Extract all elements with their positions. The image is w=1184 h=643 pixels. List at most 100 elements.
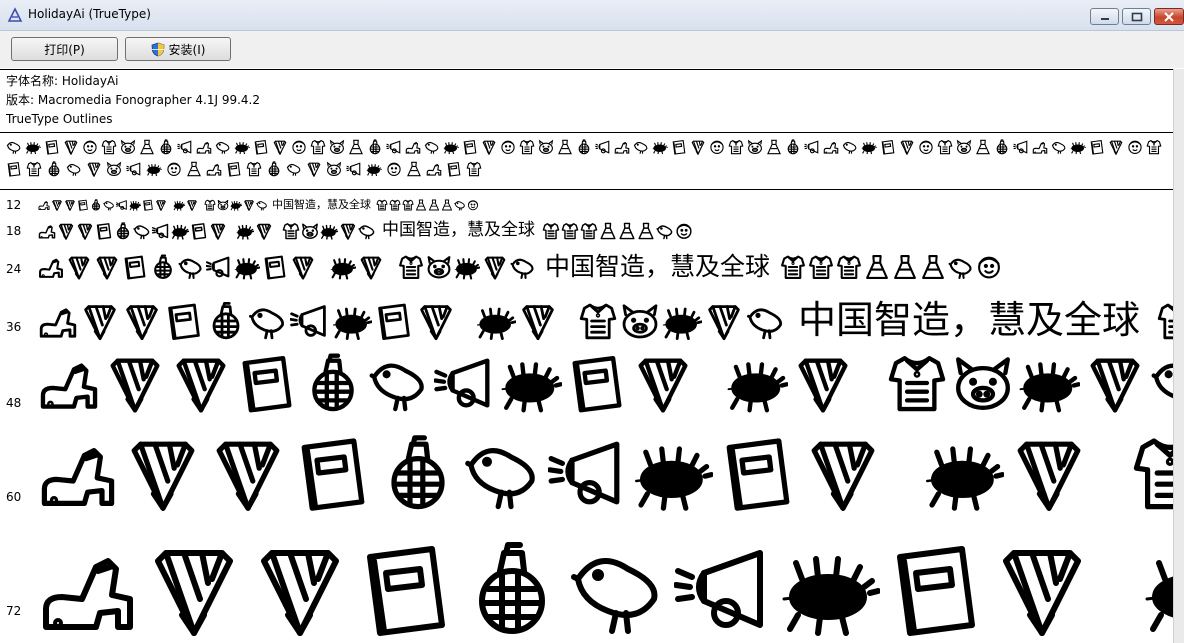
dress-icon bbox=[866, 255, 888, 279]
book-icon bbox=[378, 303, 410, 340]
beetle-icon bbox=[663, 307, 702, 340]
bird-icon bbox=[465, 448, 535, 510]
pencil-icon bbox=[708, 305, 740, 340]
shirt-icon bbox=[580, 223, 598, 240]
pencil-icon bbox=[131, 441, 195, 511]
dress-icon bbox=[600, 222, 616, 240]
print-button[interactable]: 打印(P) bbox=[11, 37, 118, 61]
megaphone-icon bbox=[116, 200, 127, 210]
sample-row: 12 中国智造，慧及全球 bbox=[0, 192, 1173, 212]
pencil-icon bbox=[798, 358, 848, 413]
grenade-icon bbox=[212, 302, 240, 340]
book-icon bbox=[168, 303, 200, 340]
sample-row: 60 中国智造，慧及全球 bbox=[0, 416, 1173, 516]
pencil-icon bbox=[1017, 441, 1081, 511]
beetle-icon bbox=[320, 224, 338, 240]
sample-row: 36 中国智造，慧及全球 bbox=[0, 282, 1173, 344]
sample-size-label: 24 bbox=[6, 262, 22, 276]
bird-icon bbox=[103, 201, 114, 211]
bird-icon bbox=[256, 201, 267, 211]
pencil-icon bbox=[340, 223, 356, 240]
toolbar: 打印(P) 安装(I) bbox=[0, 31, 1184, 68]
book-icon bbox=[897, 546, 975, 636]
pig-icon bbox=[427, 256, 451, 279]
bird-icon bbox=[948, 258, 972, 279]
pencil-icon bbox=[77, 223, 93, 240]
shirt-icon bbox=[542, 223, 560, 240]
shoe-icon bbox=[43, 558, 133, 630]
beetle-icon bbox=[171, 224, 189, 240]
sample-text: 中国智造，慧及全球 bbox=[272, 198, 371, 211]
pencil-icon bbox=[638, 358, 688, 413]
bird-icon bbox=[369, 363, 424, 412]
dress-icon bbox=[922, 255, 944, 279]
book-icon bbox=[367, 546, 445, 636]
face-icon bbox=[676, 223, 692, 239]
bird-icon bbox=[510, 258, 534, 279]
pencil-icon bbox=[96, 256, 118, 280]
shirt-icon bbox=[402, 199, 414, 211]
pencil-icon bbox=[176, 358, 226, 413]
toolbar-divider bbox=[0, 69, 1173, 70]
book-icon bbox=[242, 356, 292, 413]
pig-icon bbox=[302, 223, 318, 239]
sample-glyphs: 中国智造，慧及全球 bbox=[38, 192, 1173, 212]
book-icon bbox=[124, 255, 146, 280]
pencil-icon bbox=[110, 358, 160, 413]
megaphone-icon bbox=[290, 305, 326, 337]
beetle-icon bbox=[635, 446, 713, 511]
book-icon bbox=[96, 223, 112, 240]
sample-size-label: 36 bbox=[6, 320, 22, 334]
maximize-button[interactable] bbox=[1122, 8, 1151, 25]
bird-icon bbox=[358, 225, 375, 240]
megaphone-icon bbox=[206, 256, 230, 278]
pig-icon bbox=[217, 199, 229, 211]
shirt-icon bbox=[809, 255, 833, 279]
title-bar: HolidayAi (TrueType) bbox=[0, 0, 1184, 31]
pencil-icon bbox=[261, 550, 339, 636]
charset-divider bbox=[0, 189, 1173, 190]
beetle-icon bbox=[330, 258, 356, 280]
pencil-icon bbox=[126, 305, 158, 340]
beetle-icon bbox=[236, 224, 254, 240]
shoe-icon bbox=[41, 448, 115, 506]
close-button[interactable] bbox=[1154, 8, 1184, 25]
book-icon bbox=[572, 356, 622, 413]
shirt-icon bbox=[204, 199, 216, 211]
megaphone-icon bbox=[152, 223, 169, 239]
font-type-label: TrueType Outlines bbox=[6, 112, 113, 126]
font-version-label: 版本: Macromedia Fonographer 4.1J 99.4.2 bbox=[6, 93, 260, 107]
shirt-icon bbox=[579, 303, 617, 340]
beetle-icon bbox=[477, 307, 516, 340]
pencil-icon bbox=[360, 256, 382, 280]
bird-icon bbox=[178, 258, 202, 279]
dress-icon bbox=[415, 199, 427, 211]
bird-icon bbox=[454, 201, 465, 211]
uac-shield-icon bbox=[151, 42, 164, 56]
megaphone-icon bbox=[548, 441, 620, 505]
character-set-preview bbox=[6, 139, 1162, 177]
beetle-icon bbox=[173, 200, 185, 211]
install-button[interactable]: 安装(I) bbox=[125, 37, 231, 61]
sample-size-label: 48 bbox=[6, 396, 22, 410]
shoe-icon bbox=[38, 201, 50, 211]
vertical-scrollbar[interactable] bbox=[1173, 69, 1184, 643]
shirt-icon bbox=[1133, 438, 1173, 510]
pencil-icon bbox=[1003, 550, 1081, 636]
shirt-icon bbox=[561, 223, 579, 240]
print-button-label: 打印(P) bbox=[44, 42, 85, 57]
pencil-icon bbox=[420, 305, 452, 340]
book-icon bbox=[264, 255, 286, 280]
minimize-button[interactable] bbox=[1090, 8, 1119, 25]
bird-icon bbox=[249, 308, 284, 340]
sample-text: 中国智造，慧及全球 bbox=[545, 252, 771, 281]
sample-row: 18 中国智造，慧及全球 bbox=[0, 212, 1173, 242]
sample-size-label: 60 bbox=[6, 490, 22, 504]
pencil-icon bbox=[156, 200, 166, 211]
dress-icon bbox=[894, 255, 916, 279]
shoe-icon bbox=[39, 258, 63, 278]
font-file-icon bbox=[7, 7, 23, 22]
minimize-icon bbox=[1100, 17, 1109, 20]
megaphone-icon bbox=[434, 358, 490, 408]
bird-icon bbox=[133, 225, 150, 240]
